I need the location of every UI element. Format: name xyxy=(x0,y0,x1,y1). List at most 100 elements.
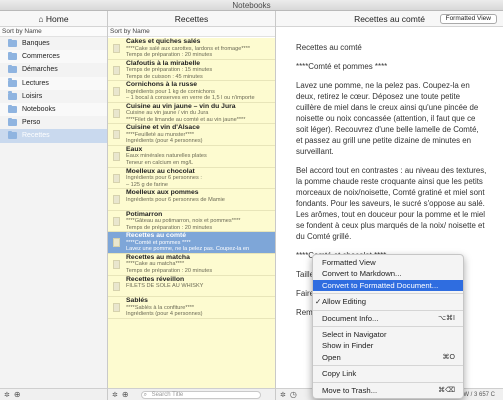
menu-item-move-to-trash[interactable]: Move to Trash... ⌘⌫ xyxy=(313,385,463,396)
sidebar-item-label: Commerces xyxy=(22,53,60,61)
menu-item-label: Select in Navigator xyxy=(322,329,387,339)
sidebar-item-commerces[interactable]: Commerces xyxy=(0,50,107,64)
folder-icon xyxy=(8,104,17,114)
note-preview: Ingrédients (pour 4 personnes) xyxy=(126,311,203,318)
note-title: Clafoutis à la mirabelle xyxy=(126,59,201,67)
note-preview: ****Cake salé aux carottes, lardons et f… xyxy=(126,45,251,52)
menu-item-label: Convert to Formatted Document... xyxy=(322,280,439,290)
note-preview: ****Sablés à la confiture**** xyxy=(126,304,195,311)
document-icon xyxy=(113,173,120,183)
list-title: Recettes xyxy=(108,11,275,27)
menu-item-allow-editing[interactable]: ✓ Allow Editing xyxy=(313,296,463,307)
note-title: Cornichons à la russe xyxy=(126,81,198,89)
note-item[interactable]: Cakes et quiches salés ****Cake salé aux … xyxy=(108,38,275,60)
note-preview: Ingrédients pour 6 personnes : xyxy=(126,175,202,182)
note-preview: Ingrédients (pour 4 personnes) xyxy=(126,138,203,145)
content-paragraph: Bel accord tout en contrastes : au nivea… xyxy=(296,166,487,241)
note-preview: Temps de préparation : 15 minutes xyxy=(126,67,213,74)
document-icon xyxy=(113,65,120,75)
menu-shortcut: ⌘O xyxy=(442,353,455,361)
notes-list: Cakes et quiches salés ****Cake salé aux … xyxy=(108,38,275,388)
add-notebook-icon[interactable]: ⊕ xyxy=(14,390,21,399)
note-preview: Teneur en calcium en mg/L xyxy=(126,160,194,167)
document-icon xyxy=(113,195,120,205)
list-sort-label[interactable]: Sort by Name xyxy=(108,27,275,37)
folder-icon xyxy=(8,51,17,61)
note-preview: – 125 g de farine xyxy=(126,181,168,188)
gear-icon[interactable]: ✲ xyxy=(4,391,10,399)
document-icon xyxy=(113,303,120,313)
sidebar-home-button[interactable]: ⌂ Home xyxy=(0,11,107,27)
sidebar-item-label: Recettes xyxy=(22,132,50,140)
note-preview: Ingrédients pour 6 personnes de Mamie xyxy=(126,196,225,203)
note-title: Cakes et quiches salés xyxy=(126,38,201,45)
document-icon xyxy=(113,108,120,118)
menu-item-convert-to-formatted-document[interactable]: Convert to Formatted Document... xyxy=(313,279,463,292)
formatted-view-button[interactable]: Formatted View xyxy=(439,14,497,24)
note-title: Cuisine au vin jaune – vin du Jura xyxy=(126,102,236,110)
menu-item-convert-to-markdown[interactable]: Convert to Markdown... xyxy=(313,268,463,279)
window-title: Notebooks xyxy=(232,1,271,10)
menu-item-select-in-navigator[interactable]: Select in Navigator xyxy=(313,329,463,340)
menu-shortcut: ⌥⌘I xyxy=(437,314,455,322)
sidebar-item-loisirs[interactable]: Loisirs xyxy=(0,90,107,103)
note-item[interactable]: Recettes réveillon FILETS DE SOLE AU WHIS… xyxy=(108,276,275,298)
sidebar-item-notebooks[interactable]: Notebooks xyxy=(0,102,107,117)
note-preview: Lavez une pomme, ne la pelez pas. Coupez… xyxy=(126,246,250,253)
document-icon xyxy=(113,87,120,97)
folder-icon xyxy=(8,91,17,100)
sidebar-item-label: Notebooks xyxy=(22,106,56,114)
note-item[interactable]: Cuisine et vin d'Alsace ****Feuilleté au … xyxy=(108,124,275,146)
sidebar-item-perso[interactable]: Perso xyxy=(0,116,107,129)
note-title: Cuisine et vin d'Alsace xyxy=(126,124,200,132)
list-bottom-bar: ✲ ⊕ ⌕ Search Title xyxy=(108,388,275,400)
document-icon xyxy=(113,238,120,248)
sidebar-item-label: Loisirs xyxy=(22,92,43,100)
note-preview: Temps de cuisson : 45 minutes xyxy=(126,73,203,80)
menu-shortcut: ⌘⌫ xyxy=(438,386,455,394)
note-preview: Cuisine au vin jaune / vin du Jura xyxy=(126,110,209,117)
gear-icon[interactable]: ✲ xyxy=(280,391,286,399)
note-preview: Eaux minérales naturelles plates xyxy=(126,153,207,160)
note-item[interactable]: Potimarron ****Gâteau au potimarron, noix… xyxy=(108,211,275,233)
sidebar-item-banques[interactable]: Banques xyxy=(0,37,107,50)
content-paragraph: Lavez une pomme, ne la pelez pas. Coupez… xyxy=(296,81,479,156)
note-item[interactable]: Moelleux aux pommes Ingrédients pour 6 pe… xyxy=(108,189,275,211)
gear-icon[interactable]: ✲ xyxy=(112,391,118,399)
note-item[interactable]: Eaux Eaux minérales naturelles plates Tene… xyxy=(108,146,275,168)
window-titlebar: Notebooks xyxy=(0,0,503,11)
note-item[interactable]: Clafoutis à la mirabelle Temps de prépara… xyxy=(108,60,275,82)
menu-item-document-info[interactable]: Document Info... ⌥⌘I xyxy=(313,313,463,324)
note-item[interactable]: Cuisine au vin jaune – vin du Jura Cuisin… xyxy=(108,103,275,125)
note-item[interactable]: Sablés ****Sablés à la confiture**** Ingré… xyxy=(108,297,275,319)
note-item[interactable]: Cornichons à la russe Ingrédients pour 1 … xyxy=(108,81,275,103)
note-item[interactable]: Moelleux au chocolat Ingrédients pour 6 p… xyxy=(108,168,275,190)
note-item[interactable]: Recettes au matcha ****Cake au matcha****… xyxy=(108,254,275,276)
menu-item-show-in-finder[interactable]: Show in Finder xyxy=(313,340,463,351)
menu-separator xyxy=(313,293,463,295)
note-title: Eaux xyxy=(126,145,143,153)
detail-title-text: Recettes au comté xyxy=(354,14,425,24)
sidebar-item-démarches[interactable]: Démarches xyxy=(0,63,107,76)
sidebar-item-recettes[interactable]: Recettes xyxy=(0,129,107,143)
note-preview: ****Filet de limande au comté et au vin … xyxy=(126,116,246,123)
sidebar-item-lectures[interactable]: Lectures xyxy=(0,76,107,90)
document-icon xyxy=(113,151,120,161)
notebooks-sidebar: ⌂ Home Sort by Name Banques Commerces Déma… xyxy=(0,11,108,400)
menu-item-open[interactable]: Open ⌘O xyxy=(313,352,463,363)
sidebar-sort-label[interactable]: Sort by Name xyxy=(0,27,107,37)
menu-item-label: Formatted View xyxy=(322,258,376,267)
document-icon xyxy=(113,216,120,226)
note-title: Moelleux aux pommes xyxy=(126,189,199,197)
menu-item-formatted-view[interactable]: Formatted View xyxy=(313,257,463,268)
note-title: Recettes au comté xyxy=(126,232,187,240)
add-note-icon[interactable]: ⊕ xyxy=(122,390,129,399)
menu-item-copy-link[interactable]: Copy Link xyxy=(313,368,463,379)
note-title: Recettes au matcha xyxy=(126,253,190,261)
clock-icon[interactable]: ◷ xyxy=(290,390,297,399)
search-field[interactable]: ⌕ Search Title xyxy=(140,390,261,399)
note-preview: Temps de préparation : 20 minutes xyxy=(126,52,213,59)
checkmark-icon: ✓ xyxy=(315,297,322,307)
note-item[interactable]: Recettes au comté ****Comté et pommes ***… xyxy=(108,232,275,254)
folder-icon xyxy=(8,64,17,74)
